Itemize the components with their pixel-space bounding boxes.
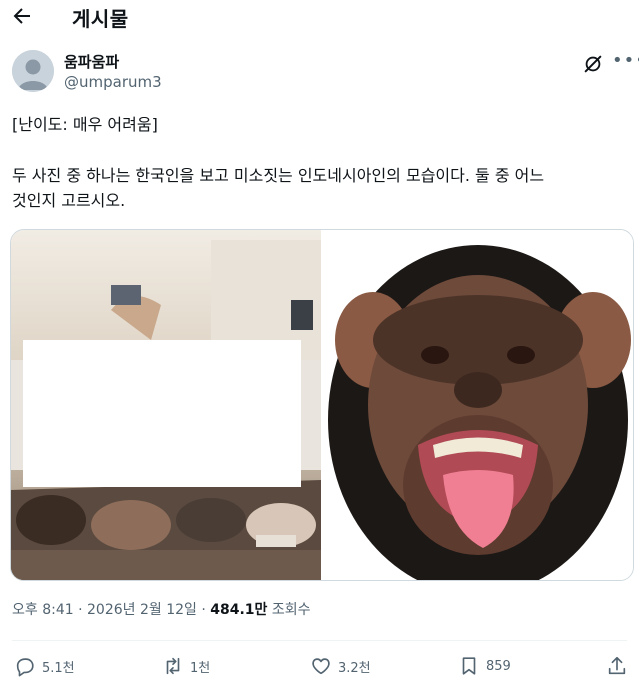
post-text-line: [난이도: 매우 어려움] — [12, 115, 158, 134]
repost-button[interactable]: 1천 — [162, 653, 210, 679]
bookmark-icon — [462, 657, 476, 675]
repost-icon — [166, 657, 180, 675]
top-bar: 게시물 — [0, 0, 639, 34]
heart-icon — [312, 658, 330, 675]
author-name[interactable]: 움파움파 — [64, 51, 119, 72]
chimpanzee-photo[interactable] — [323, 230, 633, 580]
post-text-line: 것인지 고르시오. — [12, 191, 126, 210]
post-media[interactable] — [10, 229, 634, 581]
crowd-photo[interactable] — [11, 230, 321, 580]
views-label: 조회수 — [267, 602, 311, 618]
reply-button[interactable]: 5.1천 — [14, 653, 75, 679]
arrow-left-icon[interactable] — [10, 4, 34, 28]
reply-count: 5.1천 — [42, 660, 75, 676]
more-icon[interactable]: ••• — [612, 50, 639, 71]
grok-icon[interactable] — [582, 53, 604, 75]
post-text-line: 두 사진 중 하나는 한국인을 보고 미소짓는 인도네시아인의 모습이다. 둘 … — [12, 166, 545, 185]
like-count: 3.2천 — [338, 660, 371, 676]
post-meta: 오후 8:41 · 2026년 2월 12일 · 484.1만 조회수 — [12, 599, 311, 619]
bookmark-count: 859 — [486, 658, 511, 674]
share-icon — [608, 656, 626, 675]
share-button[interactable] — [606, 653, 634, 679]
views-count: 484.1만 — [210, 602, 268, 618]
bookmark-button[interactable]: 859 — [458, 653, 511, 679]
author-handle[interactable]: @umparum3 — [64, 73, 162, 91]
avatar[interactable] — [12, 50, 54, 92]
repost-count: 1천 — [190, 660, 211, 676]
page-title: 게시물 — [72, 7, 129, 31]
like-button[interactable]: 3.2천 — [310, 653, 371, 679]
post-timestamp[interactable]: 오후 8:41 · 2026년 2월 12일 · — [12, 602, 210, 618]
divider — [12, 640, 627, 641]
reply-icon — [16, 658, 34, 677]
